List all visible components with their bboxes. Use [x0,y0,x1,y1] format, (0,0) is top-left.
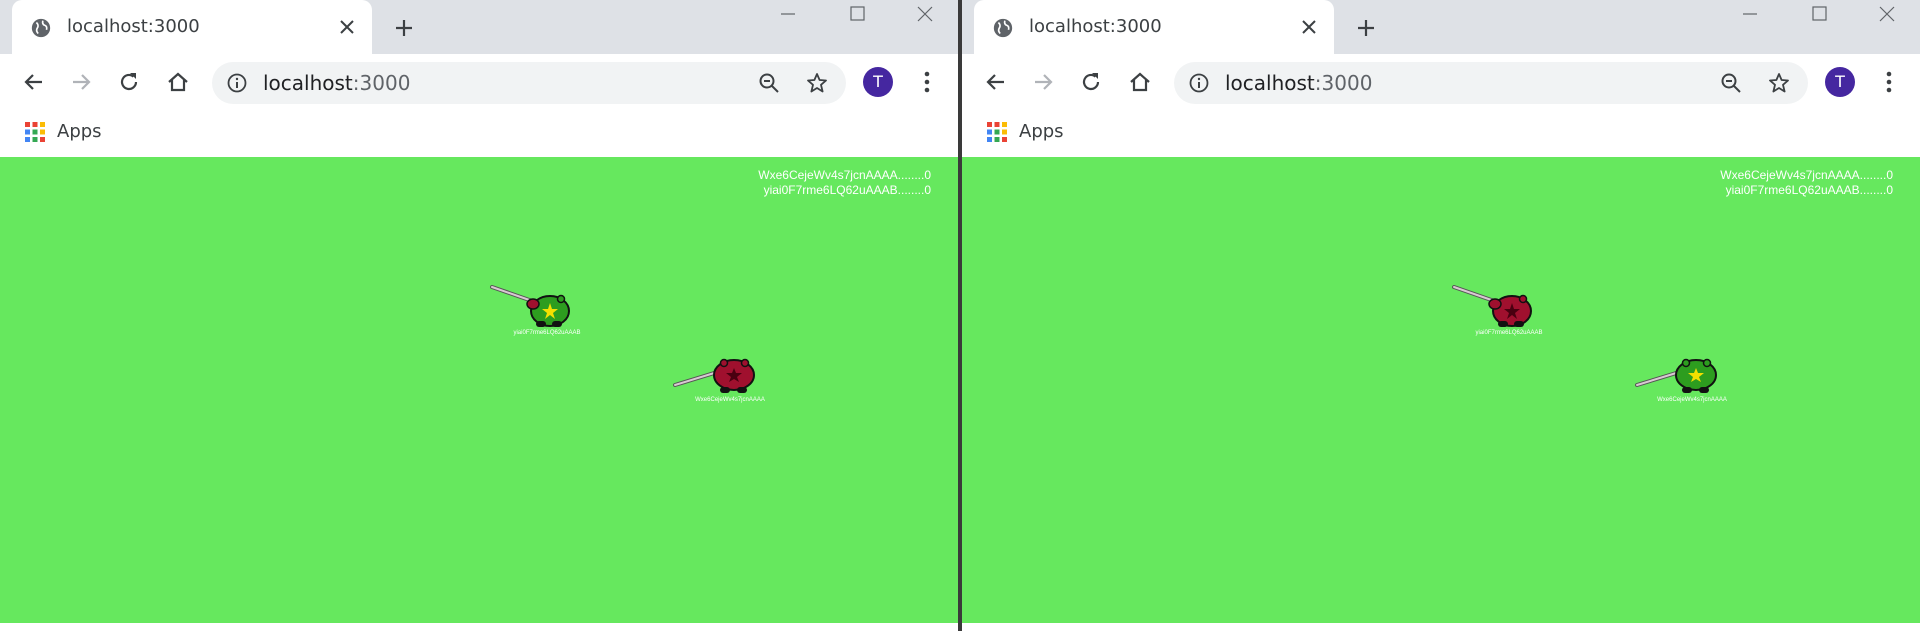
globe-icon [993,18,1013,38]
back-arrow-icon[interactable] [983,69,1009,95]
close-tab-icon[interactable] [1299,17,1319,37]
apps-grid-icon[interactable] [986,121,1008,143]
info-icon[interactable] [226,72,248,94]
reload-icon[interactable] [1078,69,1104,95]
game-canvas[interactable]: Wxe6CejeWv4s7jcnAAAA........0 yiai0F7rme… [0,157,958,623]
tank-player-green [1635,358,1717,393]
player-nametag: yiai0F7rme6LQ62uAAAB [513,330,581,336]
browser-toolbar: localhost:3000 T [962,54,1920,110]
address-bar[interactable]: localhost:3000 [212,62,846,104]
kebab-menu-icon[interactable] [914,68,940,96]
browser-tab[interactable]: localhost:3000 [12,0,372,54]
url-host: localhost [263,71,353,95]
scoreboard-row: yiai0F7rme6LQ62uAAAB........0 [763,183,931,197]
apps-label[interactable]: Apps [1019,121,1064,142]
address-bar[interactable]: localhost:3000 [1174,62,1808,104]
maximize-icon[interactable] [845,4,869,24]
player-nametag: Wxe6CejeWv4s7jcnAAAA [695,397,765,403]
forward-arrow-icon[interactable] [1030,69,1056,95]
minimize-icon[interactable] [776,4,800,24]
back-arrow-icon[interactable] [21,69,47,95]
tab-strip: localhost:3000 [962,0,1920,54]
new-tab-plus-icon[interactable] [393,17,415,39]
scoreboard-row: Wxe6CejeWv4s7jcnAAAA........0 [1720,168,1893,182]
player-nametag: Wxe6CejeWv4s7jcnAAAA [1657,397,1727,403]
profile-avatar[interactable]: T [1825,67,1855,97]
globe-icon [31,18,51,38]
bookmark-star-icon[interactable] [805,71,829,95]
tab-title: localhost:3000 [1029,16,1162,37]
browser-tab[interactable]: localhost:3000 [974,0,1334,54]
close-window-icon[interactable] [913,4,937,24]
zoom-out-icon[interactable] [1719,71,1743,95]
tank-player-crimson [1452,285,1532,327]
apps-label[interactable]: Apps [57,121,102,142]
url-port: :3000 [1314,71,1373,95]
reload-icon[interactable] [116,69,142,95]
browser-window-left: localhost:3000 localhost:3000 T Apps Wxe… [0,0,958,631]
browser-toolbar: localhost:3000 T [0,54,958,110]
scoreboard-row: yiai0F7rme6LQ62uAAAB........0 [1725,183,1893,197]
tank-player-green [490,285,570,327]
info-icon[interactable] [1188,72,1210,94]
page-bottom-strip [0,623,958,631]
maximize-icon[interactable] [1807,4,1831,24]
url-text[interactable]: localhost:3000 [1225,71,1372,95]
profile-avatar[interactable]: T [863,67,893,97]
home-icon[interactable] [1127,69,1153,95]
url-text[interactable]: localhost:3000 [263,71,410,95]
player-nametag: yiai0F7rme6LQ62uAAAB [1475,330,1543,336]
game-canvas[interactable]: Wxe6CejeWv4s7jcnAAAA........0 yiai0F7rme… [962,157,1920,623]
close-tab-icon[interactable] [337,17,357,37]
new-tab-plus-icon[interactable] [1355,17,1377,39]
bookmarks-bar: Apps [0,110,958,156]
forward-arrow-icon[interactable] [68,69,94,95]
page-bottom-strip [962,623,1920,631]
url-host: localhost [1225,71,1315,95]
kebab-menu-icon[interactable] [1876,68,1902,96]
tank-player-crimson [673,358,755,393]
scoreboard-row: Wxe6CejeWv4s7jcnAAAA........0 [758,168,931,182]
bookmarks-bar: Apps [962,110,1920,156]
minimize-icon[interactable] [1738,4,1762,24]
close-window-icon[interactable] [1875,4,1899,24]
bookmark-star-icon[interactable] [1767,71,1791,95]
browser-window-right: localhost:3000 localhost:3000 T Apps Wxe… [962,0,1920,631]
apps-grid-icon[interactable] [24,121,46,143]
zoom-out-icon[interactable] [757,71,781,95]
url-port: :3000 [352,71,411,95]
home-icon[interactable] [165,69,191,95]
tab-title: localhost:3000 [67,16,200,37]
tab-strip: localhost:3000 [0,0,958,54]
